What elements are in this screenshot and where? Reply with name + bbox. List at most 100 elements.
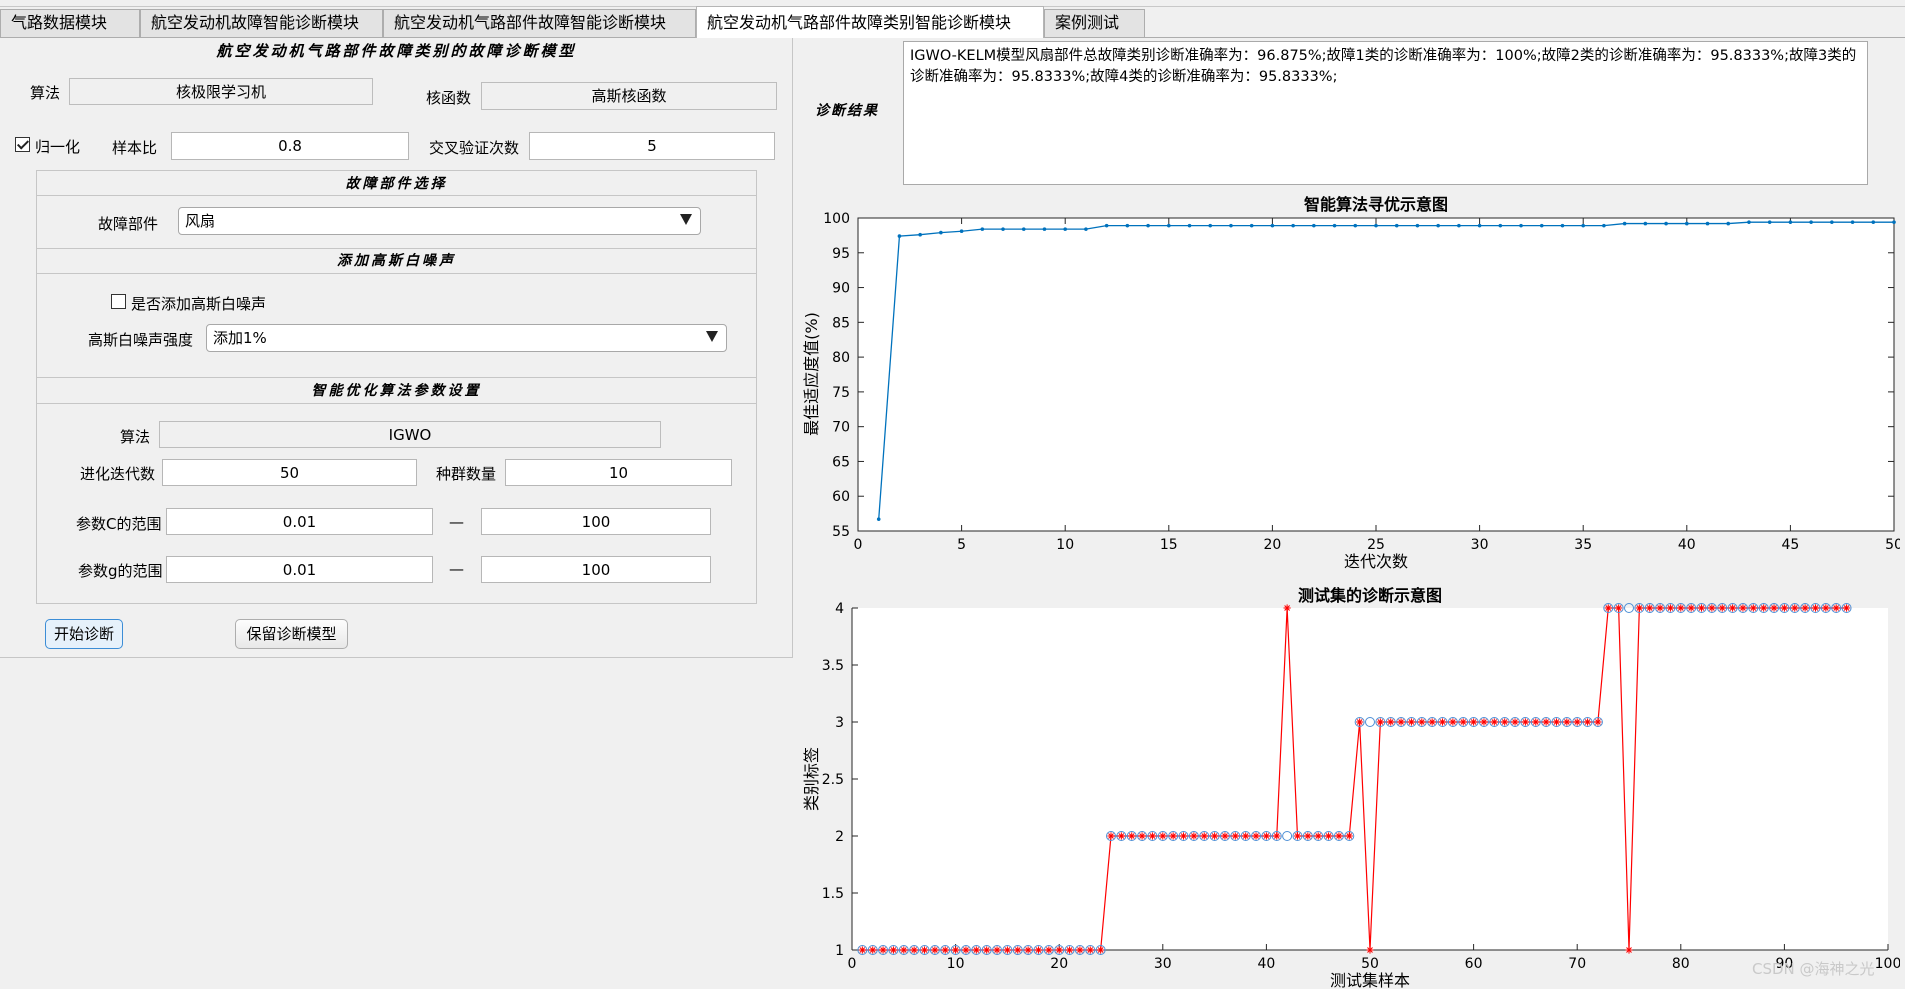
normalize-label: 归一化 [35, 138, 81, 156]
predicted-label-marker [1625, 946, 1633, 954]
chart1-point [1312, 223, 1316, 228]
tab-engine-fault-diagnosis[interactable]: 航空发动机故障智能诊断模块 [140, 9, 383, 37]
predicted-label-marker [920, 946, 929, 954]
chart1-point [1291, 223, 1295, 228]
chart1-point [1830, 220, 1834, 224]
chart1-point [1581, 223, 1585, 228]
chart1-point [1208, 223, 1213, 228]
x-tick-label: 30 [1471, 537, 1489, 553]
component-section-title: 故障部件选择 [345, 176, 448, 192]
sample-ratio-input[interactable]: 0.8 [171, 132, 409, 160]
chart1-point [1167, 223, 1171, 228]
algorithm-label: 算法 [30, 84, 61, 102]
chart1-point [1436, 223, 1440, 228]
predicted-label-marker [879, 946, 887, 954]
y-tick-label: 95 [832, 246, 850, 262]
chart1-point [1021, 227, 1026, 231]
chart1-point [1104, 223, 1109, 228]
chart1-plot-area [857, 217, 1895, 532]
divider [37, 273, 756, 274]
x-tick-label: 40 [1257, 956, 1275, 972]
chart1-point [1767, 220, 1772, 224]
x-tick-label: 5 [957, 537, 966, 553]
optimization-chart: 智能算法寻优示意图 迭代次数 最佳适应度值(%) 0 5 10 15 20 25 30 35 4… [802, 195, 1900, 571]
c-max-input[interactable]: 100 [481, 508, 711, 535]
predicted-label-marker [1283, 604, 1291, 612]
normalize-checkbox[interactable] [15, 137, 30, 152]
predicted-label-marker [972, 946, 980, 954]
population-input[interactable]: 10 [505, 459, 732, 486]
g-range-label: 参数g的范围 [78, 562, 163, 580]
chart1-point [1850, 220, 1855, 224]
predicted-label-marker [1449, 718, 1457, 726]
predicted-label-marker [1293, 832, 1302, 840]
add-noise-checkbox[interactable] [111, 294, 126, 309]
tab-case-test[interactable]: 案例测试 [1044, 9, 1145, 37]
fault-component-label: 故障部件 [98, 215, 159, 233]
start-diagnosis-button[interactable]: 开始诊断 [45, 619, 123, 649]
iterations-input[interactable]: 50 [162, 459, 417, 486]
chart1-point [1063, 227, 1067, 231]
chart2-y-label: 类别标签 [802, 747, 821, 811]
predicted-label-marker [889, 946, 898, 954]
chart1-point [1457, 223, 1461, 228]
tab-component-fault-diagnosis[interactable]: 航空发动机气路部件故障智能诊断模块 [383, 9, 696, 37]
y-tick-label: 55 [832, 524, 850, 540]
noise-strength-dropdown[interactable]: 添加1% [206, 324, 727, 352]
y-tick-label: 100 [823, 211, 850, 227]
noise-strength-value: 添加1% [213, 329, 267, 347]
g-max-input[interactable]: 100 [481, 556, 711, 583]
predicted-label-marker [1273, 832, 1281, 840]
cross-validation-input[interactable]: 5 [529, 132, 775, 160]
chart1-point [1892, 220, 1896, 224]
result-textbox[interactable]: IGWO-KELM模型风扇部件总故障类别诊断准确率为：96.875%;故障1类的… [903, 41, 1868, 185]
chart1-point [1788, 220, 1793, 224]
sample-ratio-label: 样本比 [112, 139, 158, 157]
tab-fault-category-diagnosis[interactable]: 航空发动机气路部件故障类别智能诊断模块 [696, 6, 1044, 38]
optimizer-algorithm-field: IGWO [159, 421, 661, 448]
x-tick-label: 40 [1678, 537, 1696, 553]
x-tick-label: 100 [1875, 956, 1900, 972]
predicted-label-marker [1014, 946, 1022, 954]
iterations-label: 进化迭代数 [80, 465, 156, 483]
add-noise-label: 是否添加高斯白噪声 [131, 295, 267, 313]
x-tick-label: 10 [1056, 537, 1074, 553]
g-min-input[interactable]: 0.01 [166, 556, 433, 583]
chart1-point [1229, 223, 1233, 228]
chart1-point [980, 227, 985, 231]
c-min-input[interactable]: 0.01 [166, 508, 433, 535]
y-tick-label: 1.5 [822, 886, 844, 902]
y-tick-label: 3 [835, 715, 844, 731]
x-tick-label: 0 [848, 956, 857, 972]
chart1-point [1249, 223, 1254, 228]
fault-component-dropdown[interactable]: 风扇 [178, 207, 701, 235]
predicted-label-marker [1024, 946, 1032, 954]
chart1-title: 智能算法寻优示意图 [1304, 195, 1448, 214]
chart1-point [1477, 223, 1482, 228]
chart1-point [1664, 221, 1668, 226]
save-model-button[interactable]: 保留诊断模型 [235, 619, 348, 649]
chart2-plot-area [852, 608, 1888, 950]
result-label: 诊断结果 [815, 103, 879, 119]
predicted-label-marker [1190, 832, 1198, 840]
predicted-label-marker [1200, 832, 1208, 840]
divider [37, 377, 756, 378]
x-tick-label: 50 [1885, 537, 1900, 553]
chart1-point [1705, 221, 1710, 226]
chart1-y-label: 最佳适应度值(%) [802, 312, 821, 436]
chart1-point [1187, 223, 1192, 228]
chart1-point [1747, 220, 1751, 224]
y-tick-label: 85 [832, 315, 850, 331]
algorithm-field: 核极限学习机 [69, 78, 373, 105]
chart1-point [1270, 223, 1275, 228]
predicted-label-marker [952, 946, 960, 954]
x-tick-label: 35 [1574, 537, 1592, 553]
range-dash: — [449, 513, 464, 531]
chart1-point [897, 234, 902, 238]
fault-component-value: 风扇 [185, 212, 216, 230]
tab-airpath-data[interactable]: 气路数据模块 [0, 9, 140, 37]
chart1-point [1498, 223, 1503, 228]
predicted-label-marker [1117, 832, 1125, 840]
chart1-point [1394, 223, 1399, 228]
chart1-point [918, 232, 922, 237]
